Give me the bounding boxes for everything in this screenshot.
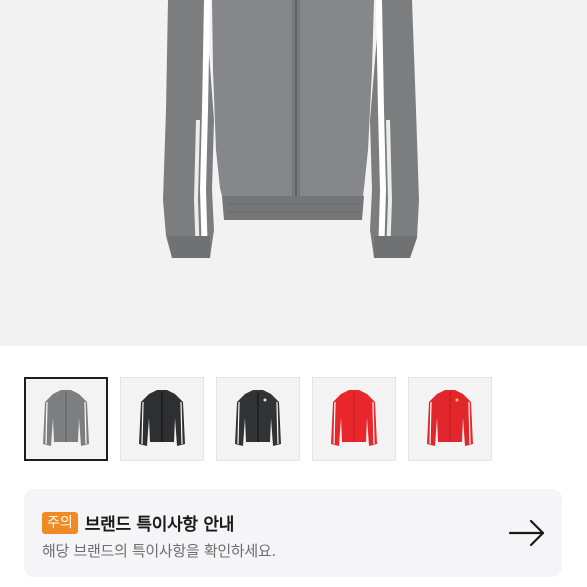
brand-notice-card[interactable]: 주의 브랜드 특이사항 안내 해당 브랜드의 특이사항을 확인하세요.	[24, 489, 562, 577]
thumbnail-red-alt[interactable]	[408, 377, 492, 461]
notice-subtitle: 해당 브랜드의 특이사항을 확인하세요.	[42, 542, 276, 560]
jacket-thumb-black	[139, 390, 185, 446]
product-main-image[interactable]	[0, 0, 587, 346]
thumbnail-black-alt[interactable]	[216, 377, 300, 461]
notice-title: 브랜드 특이사항 안내	[84, 515, 235, 535]
notice-title-row: 주의 브랜드 특이사항 안내	[42, 510, 234, 535]
thumbnail-strip	[24, 377, 492, 461]
jacket-thumb-black-alt	[235, 390, 281, 446]
thumbnail-black[interactable]	[120, 377, 204, 461]
caution-badge: 주의	[42, 511, 78, 534]
jacket-thumb-red-alt	[427, 390, 473, 446]
thumbnail-red[interactable]	[312, 377, 396, 461]
jacket-thumb-red	[331, 390, 377, 446]
thumbnail-grey[interactable]	[24, 377, 108, 461]
arrow-right-icon[interactable]	[508, 518, 546, 548]
jacket-photo	[163, 0, 419, 258]
product-detail-page: 주의 브랜드 특이사항 안내 해당 브랜드의 특이사항을 확인하세요.	[0, 0, 587, 587]
jacket-thumb-grey	[43, 390, 89, 446]
